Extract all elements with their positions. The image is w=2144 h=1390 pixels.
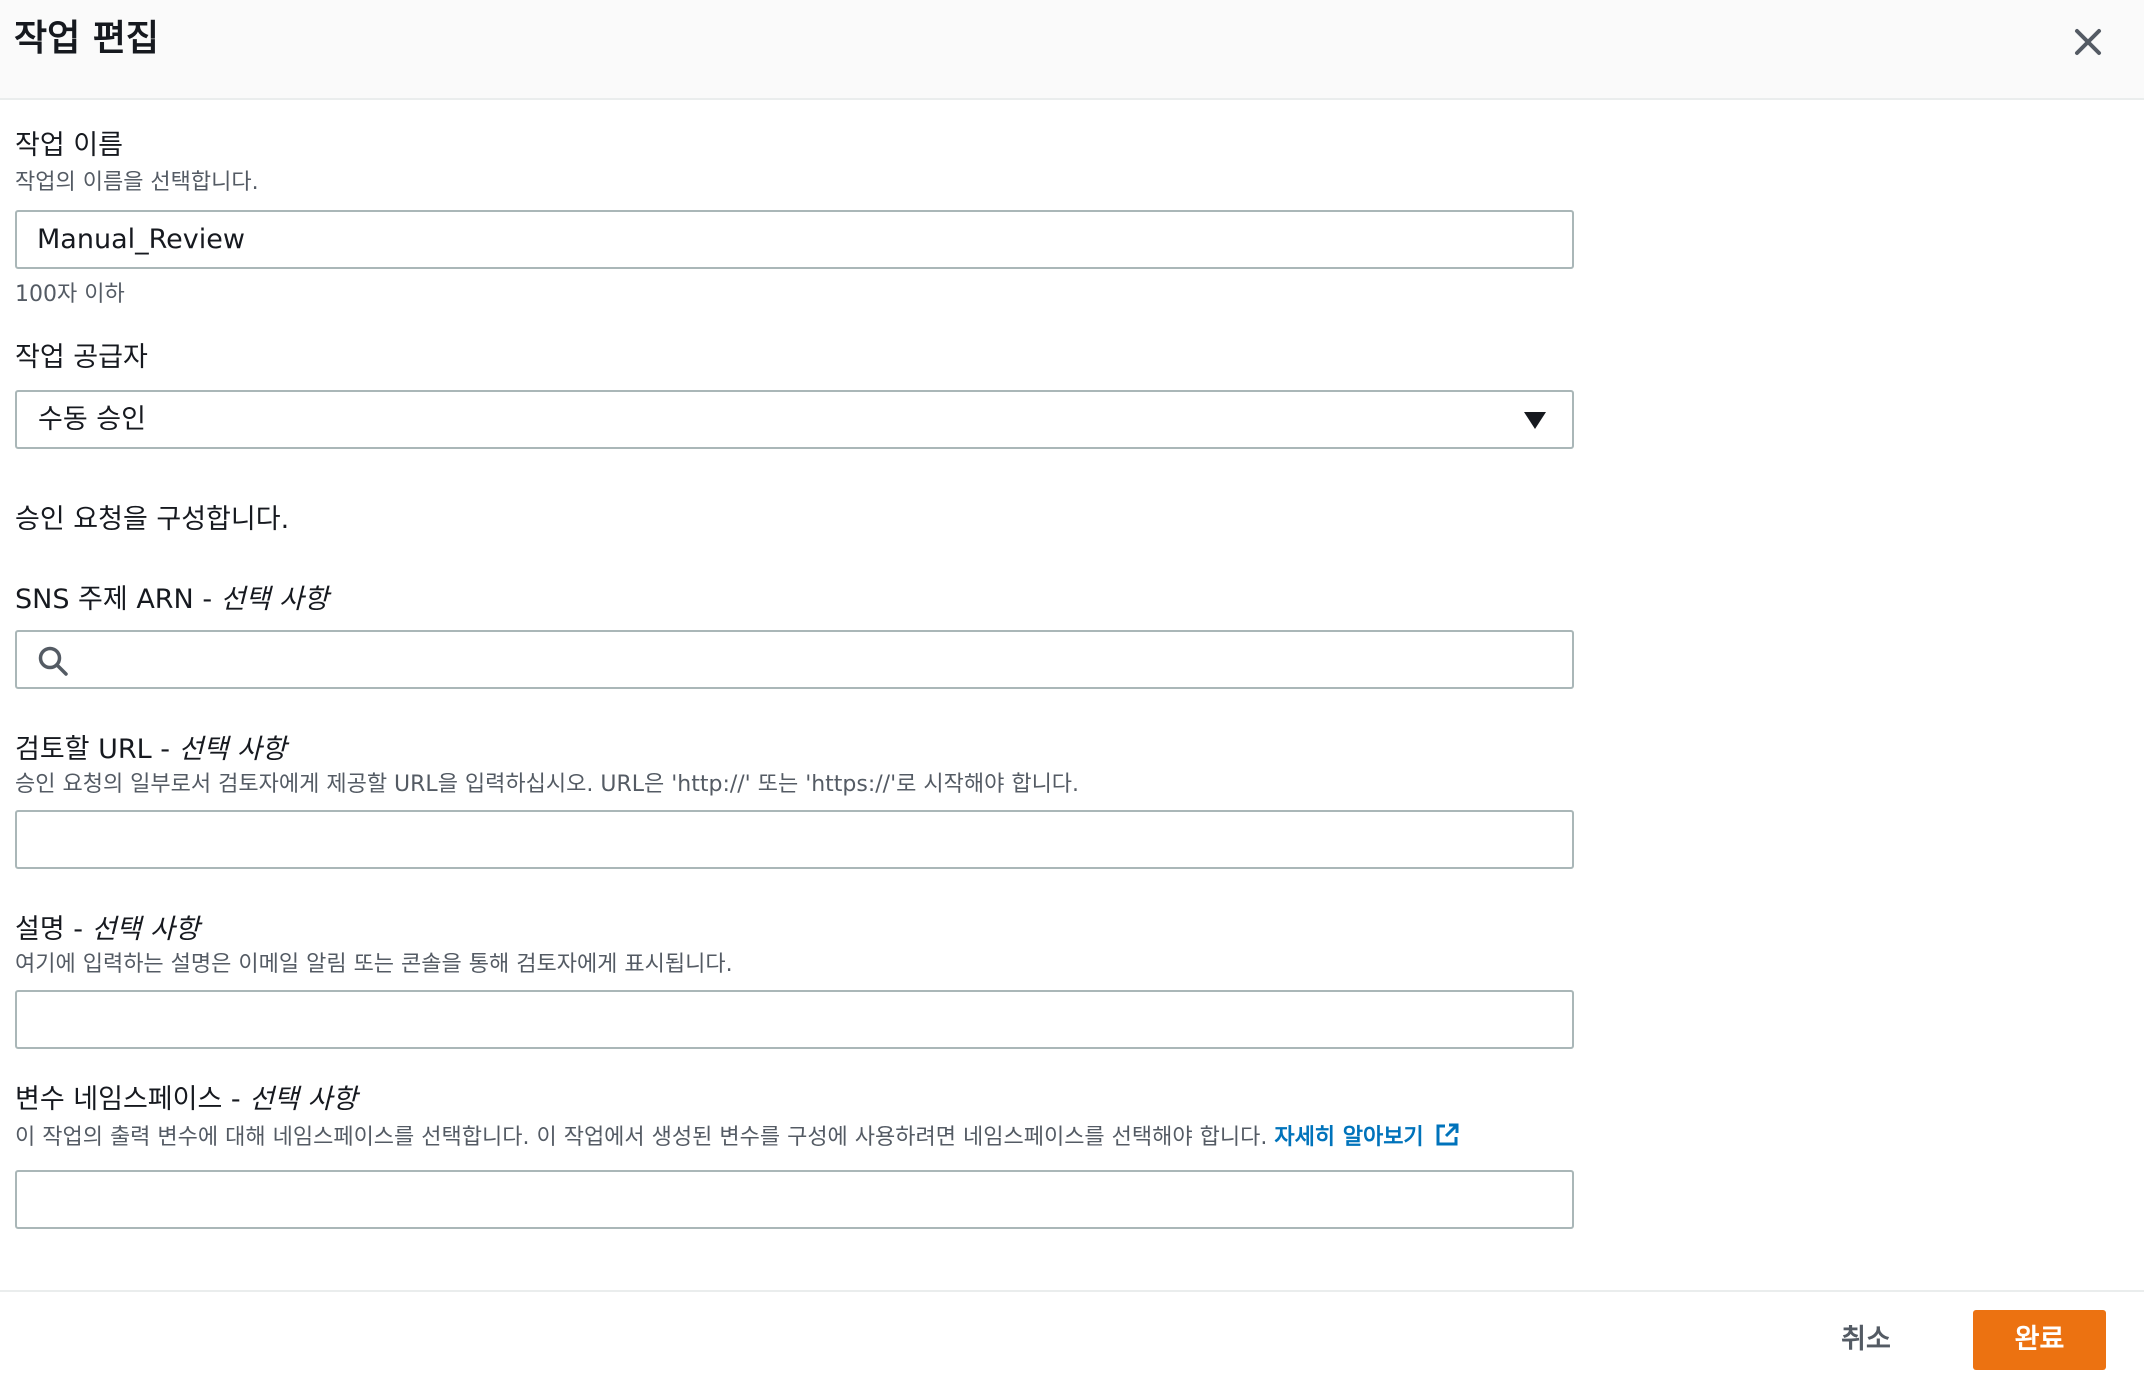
variable-namespace-description-text: 이 작업의 출력 변수에 대해 네임스페이스를 선택합니다. 이 작업에서 생성… <box>15 1125 1275 1150</box>
sns-topic-label: SNS 주제 ARN - 선택 사항 <box>15 582 329 618</box>
edit-action-modal: 작업 편집 작업 이름 작업의 이름을 선택합니다. 100자 이하 작업 공급… <box>0 0 2144 1390</box>
done-button[interactable]: 완료 <box>1973 1310 2106 1370</box>
caret-down-icon <box>1524 412 1546 429</box>
variable-namespace-input[interactable] <box>15 1170 1574 1229</box>
action-provider-selected-value: 수동 승인 <box>38 404 146 435</box>
action-provider-select[interactable]: 수동 승인 <box>15 390 1574 449</box>
learn-more-link[interactable]: 자세히 알아보기 <box>1274 1123 1459 1150</box>
close-button[interactable] <box>2066 20 2110 64</box>
comments-label: 설명 - 선택 사항 <box>15 912 200 948</box>
footer-divider <box>0 1290 2144 1292</box>
variable-namespace-label: 변수 네임스페이스 - 선택 사항 <box>15 1082 357 1118</box>
modal-header: 작업 편집 <box>0 0 2144 100</box>
sns-topic-label-text: SNS 주제 ARN - <box>15 584 221 615</box>
cancel-button[interactable]: 취소 <box>1816 1310 1916 1370</box>
review-url-label-text: 검토할 URL - <box>15 734 179 765</box>
review-url-optional: 선택 사항 <box>178 734 287 765</box>
external-link-icon <box>1436 1123 1459 1146</box>
action-name-constraint: 100자 이하 <box>15 282 125 307</box>
review-url-label: 검토할 URL - 선택 사항 <box>15 732 287 768</box>
sns-topic-input[interactable] <box>83 632 1563 687</box>
review-url-input[interactable] <box>15 810 1574 869</box>
action-name-label: 작업 이름 <box>15 130 123 161</box>
comments-optional: 선택 사항 <box>91 914 200 945</box>
action-name-description: 작업의 이름을 선택합니다. <box>15 170 259 195</box>
action-provider-label: 작업 공급자 <box>15 342 148 373</box>
sns-topic-optional: 선택 사항 <box>220 584 329 615</box>
comments-description: 여기에 입력하는 설명은 이메일 알림 또는 콘솔을 통해 검토자에게 표시됩니… <box>15 952 733 977</box>
comments-label-text: 설명 - <box>15 914 92 945</box>
variable-namespace-optional: 선택 사항 <box>249 1084 358 1115</box>
modal-title: 작업 편집 <box>14 18 160 59</box>
comments-input[interactable] <box>15 990 1574 1049</box>
close-icon <box>2075 29 2101 55</box>
learn-more-link-text: 자세히 알아보기 <box>1274 1125 1424 1150</box>
variable-namespace-description: 이 작업의 출력 변수에 대해 네임스페이스를 선택합니다. 이 작업에서 생성… <box>15 1122 1460 1153</box>
approval-config-text: 승인 요청을 구성합니다. <box>15 504 290 535</box>
review-url-description: 승인 요청의 일부로서 검토자에게 제공할 URL을 입력하십시오. URL은 … <box>15 772 1080 797</box>
variable-namespace-label-text: 변수 네임스페이스 - <box>15 1084 250 1115</box>
action-name-input[interactable] <box>15 210 1574 269</box>
sns-topic-search[interactable] <box>15 630 1574 689</box>
search-icon <box>38 646 68 676</box>
